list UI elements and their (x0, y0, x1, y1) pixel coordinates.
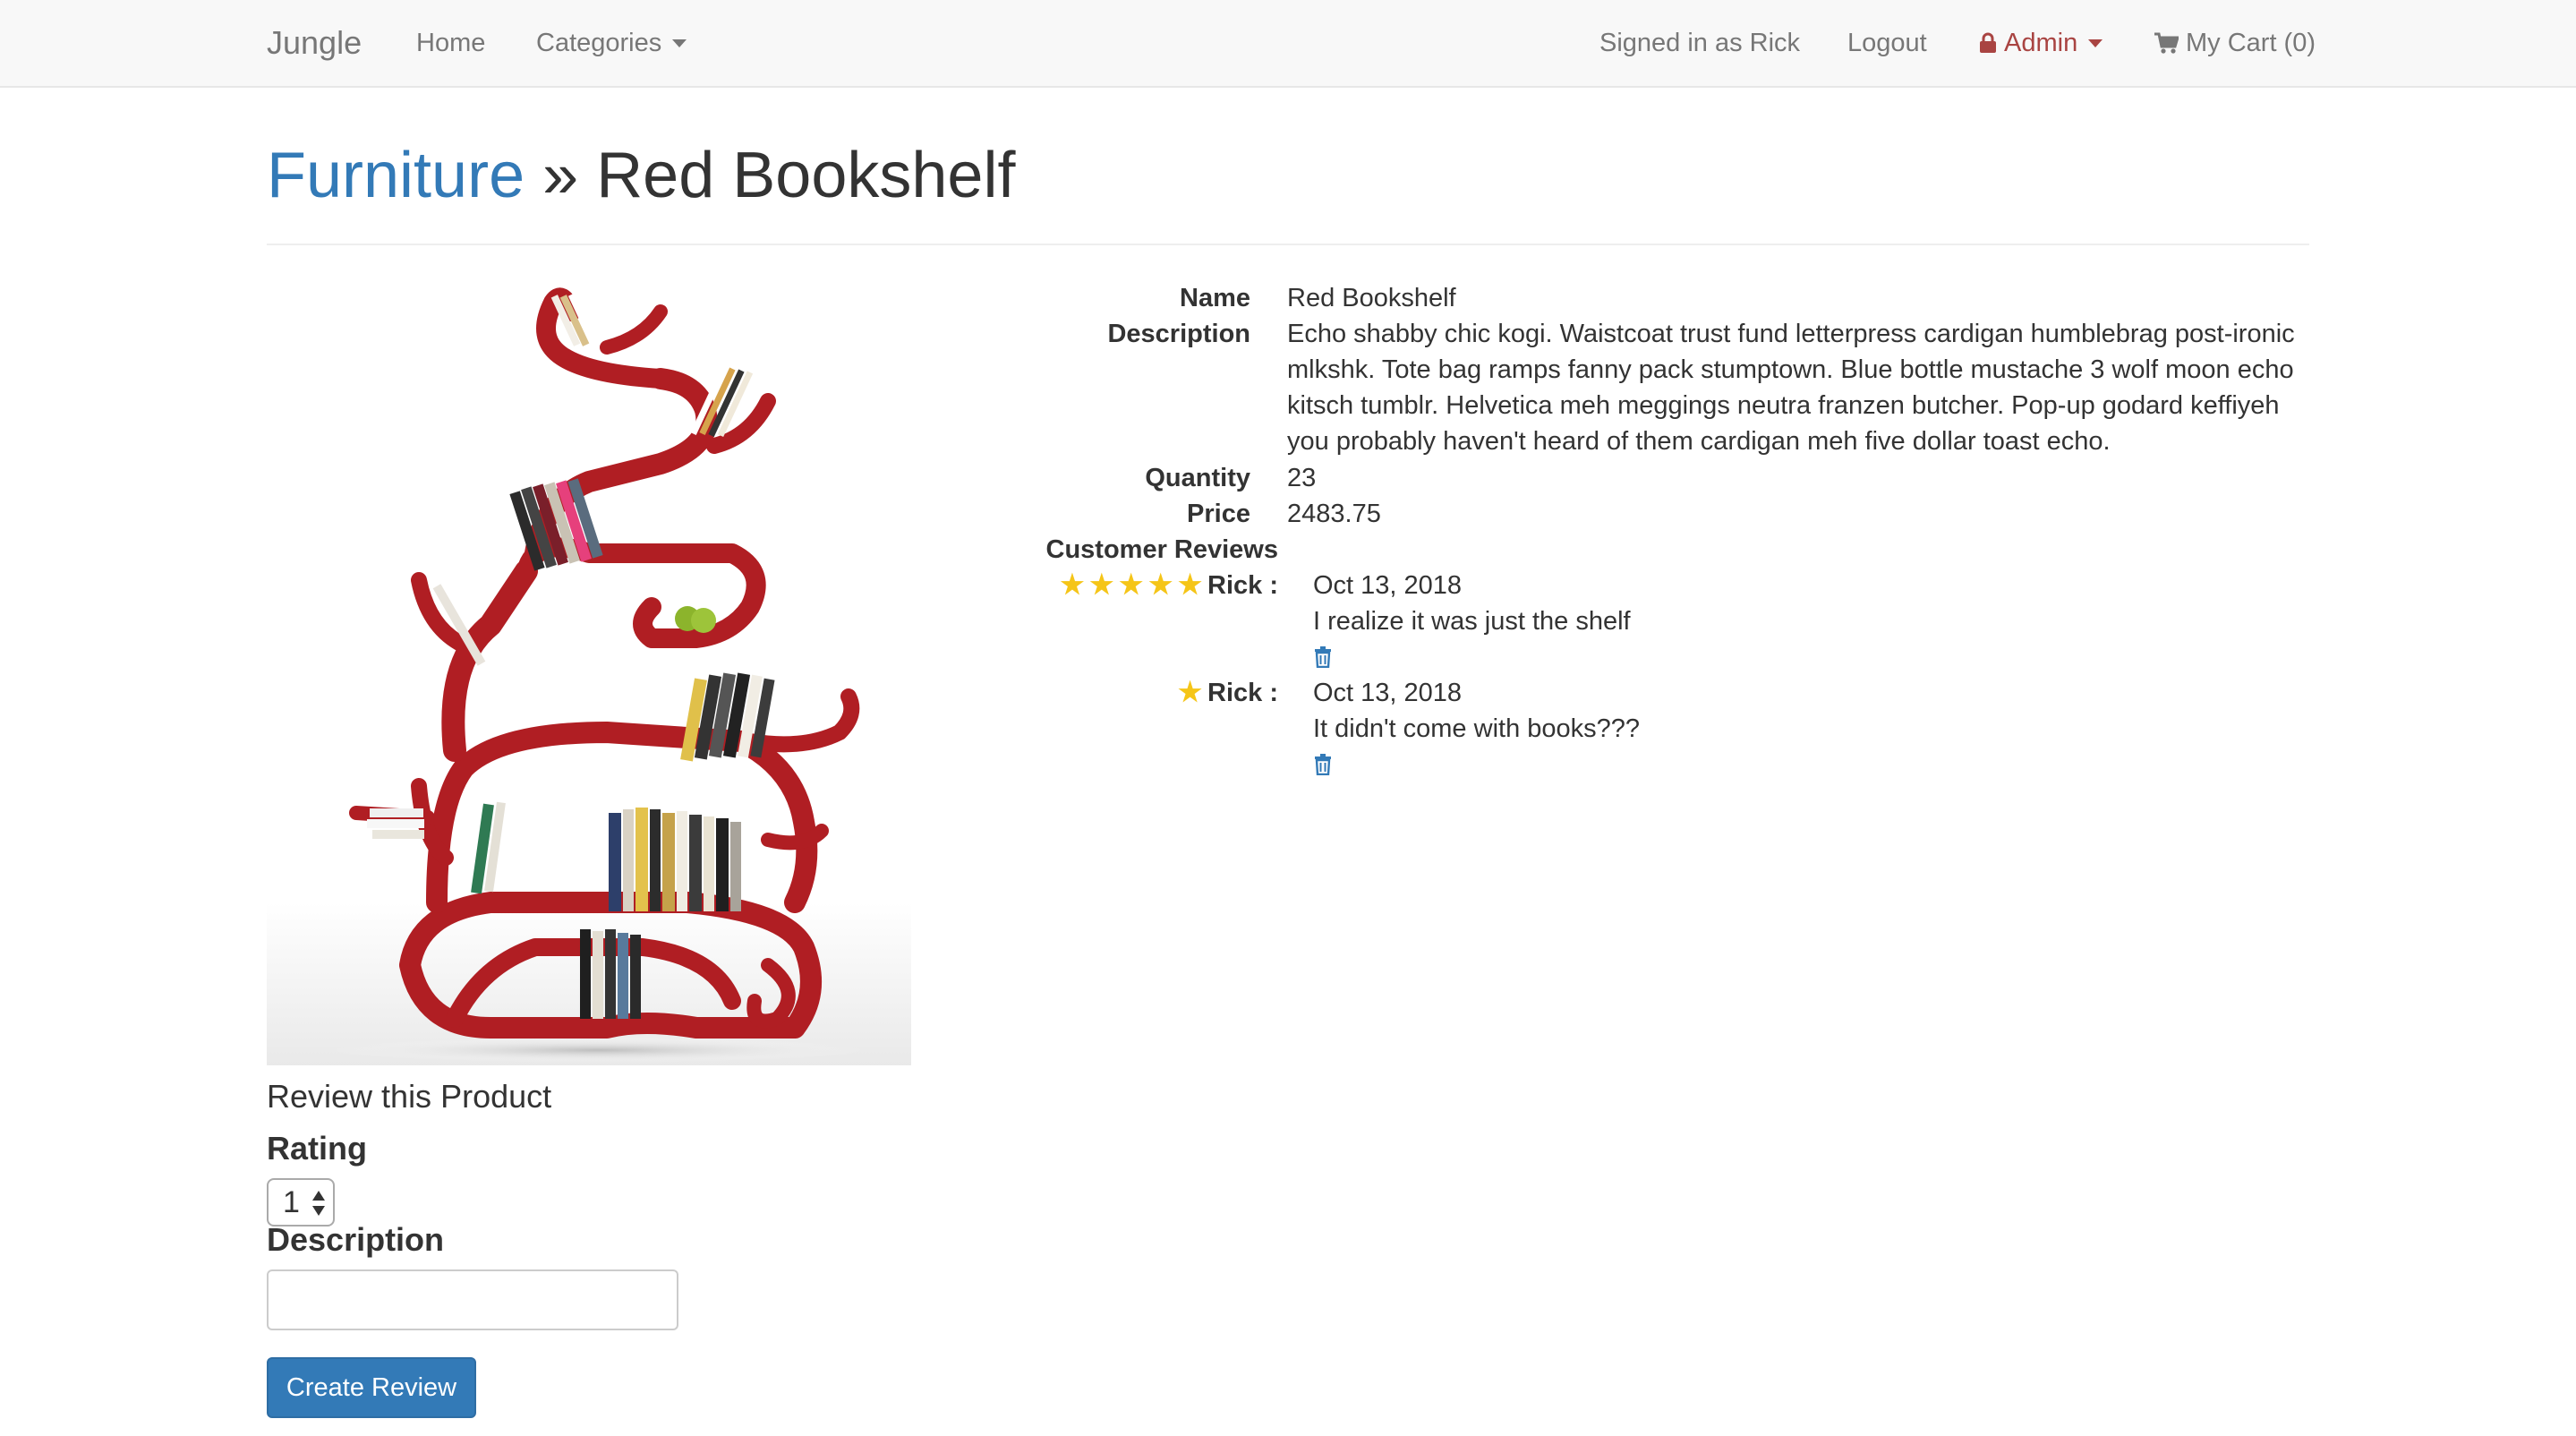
review-author: Rick : (1207, 571, 1278, 600)
description-field-label: Description (267, 1221, 445, 1258)
review-header: ★ Rick : (1178, 675, 1278, 711)
product-title: Red Bookshelf (596, 140, 1016, 211)
nav-cart[interactable]: My Cart (0) (2154, 0, 2316, 86)
price-value: 2483.75 (1287, 500, 1381, 528)
nav-categories-dropdown[interactable]: Categories (536, 0, 687, 86)
description-input[interactable] (267, 1269, 678, 1330)
review-text: It didn't come with books??? (1313, 714, 1641, 743)
star-icon: ★ (1060, 570, 1085, 600)
customer-reviews-label: Customer Reviews (1045, 535, 1279, 564)
lock-icon (1980, 32, 1996, 53)
rating-select[interactable]: 1 (267, 1178, 335, 1227)
chevron-down-icon (672, 38, 687, 47)
signed-in-text: Signed in as Rick (1599, 28, 1801, 57)
nav-cart-label: My Cart (0) (2186, 28, 2316, 57)
review-header: ★ ★ ★ ★ ★ Rick : (1060, 568, 1278, 603)
nav-categories-label: Categories (536, 28, 662, 57)
navbar: Jungle Home Categories Signed in as Rick… (0, 0, 2576, 88)
brand-link[interactable]: Jungle (267, 0, 362, 86)
description-label: Description (1107, 320, 1250, 348)
quantity-value: 23 (1287, 464, 1317, 492)
product-image (267, 285, 911, 1065)
review-date: Oct 13, 2018 (1313, 679, 1463, 707)
page-header: Furniture » Red Bookshelf (267, 134, 2309, 245)
review-text: I realize it was just the shelf (1313, 607, 1631, 636)
nav-home[interactable]: Home (416, 0, 485, 86)
rating-label: Rating (267, 1130, 367, 1167)
review-author: Rick : (1207, 679, 1278, 707)
cart-icon (2154, 32, 2179, 54)
price-label: Price (1187, 500, 1250, 528)
create-review-button[interactable]: Create Review (267, 1357, 476, 1418)
star-icon: ★ (1148, 570, 1173, 600)
trash-icon[interactable] (1313, 646, 1333, 668)
name-label: Name (1180, 284, 1250, 312)
rating-select-value: 1 (283, 1184, 300, 1219)
nav-admin-dropdown[interactable]: Admin (1979, 0, 2103, 86)
page-title: Furniture » Red Bookshelf (267, 134, 2309, 217)
name-value: Red Bookshelf (1287, 284, 1456, 312)
nav-admin-label: Admin (2004, 28, 2078, 57)
review-date: Oct 13, 2018 (1313, 571, 1463, 600)
category-link[interactable]: Furniture (267, 140, 525, 211)
star-icon: ★ (1178, 678, 1203, 707)
quantity-label: Quantity (1145, 464, 1250, 492)
review-form-heading: Review this Product (267, 1078, 552, 1115)
star-icon: ★ (1178, 570, 1203, 600)
select-arrows-icon (312, 1191, 325, 1216)
description-value: Echo shabby chic kogi. Waistcoat trust f… (1287, 320, 2295, 456)
chevron-down-icon (2088, 38, 2103, 47)
breadcrumb-separator: » (542, 140, 579, 211)
star-icon: ★ (1119, 570, 1144, 600)
logout-link[interactable]: Logout (1847, 0, 1927, 86)
trash-icon[interactable] (1313, 754, 1333, 775)
star-icon: ★ (1089, 570, 1114, 600)
